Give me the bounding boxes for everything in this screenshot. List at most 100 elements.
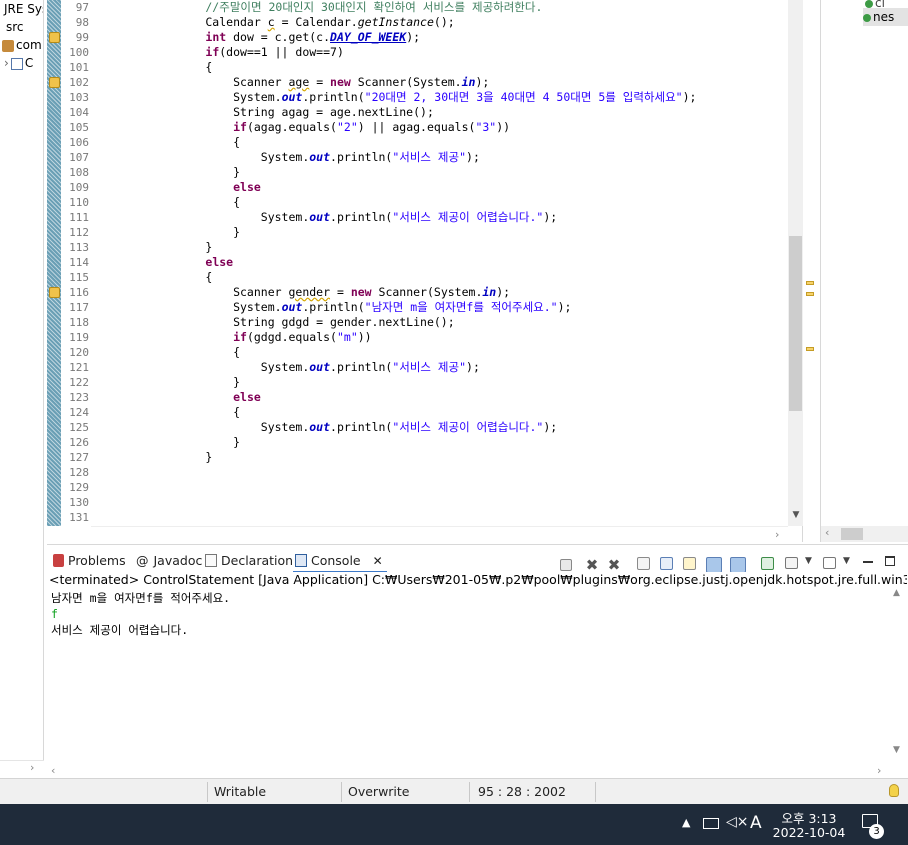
scroll-down-icon[interactable]: ▼ [893,742,900,758]
tree-item-jre[interactable]: JRE Sys [4,0,43,18]
warning-marker[interactable] [806,281,814,285]
code-line[interactable]: String agag = age.nextLine(); [150,105,434,120]
maximize-icon[interactable] [885,556,895,566]
tree-item-src[interactable]: src [6,18,24,36]
remove-launch-icon[interactable]: ✖ [584,557,600,573]
network-icon[interactable] [703,818,719,829]
scroll-thumb[interactable] [841,528,863,540]
show-on-stdout-icon[interactable] [706,557,722,573]
taskbar: ▲ ◁× A 오후 3:13 2022-10-04 3 [0,804,908,845]
code-line[interactable]: { [150,405,240,420]
chevron-right-icon[interactable]: › [4,56,9,70]
outline-item-label: nes [873,10,895,24]
explorer-scrollbar[interactable]: › [0,760,44,778]
chevron-down-icon[interactable]: ▼ [843,556,850,566]
code-line[interactable]: else [150,255,233,270]
warning-icon[interactable] [49,77,60,88]
tab-label: Console [311,553,361,568]
code-line[interactable]: { [150,195,240,210]
code-editor[interactable]: 97 98 99 100 101 102 103 104 105 106 107 108 109 110 1… [47,0,817,542]
lightbulb-icon[interactable] [889,784,899,797]
scroll-right-icon[interactable]: › [30,760,34,776]
editor-horizontal-scrollbar[interactable]: › [91,526,788,542]
terminate-button[interactable] [560,559,572,571]
code-line[interactable]: int dow = c.get(c.DAY_OF_WEEK); [150,30,420,45]
chevron-down-icon[interactable]: ▼ [805,556,812,566]
scroll-right-icon[interactable]: › [775,527,779,543]
code-line[interactable]: } [150,375,240,390]
scroll-left-icon[interactable]: ‹ [51,763,55,779]
code-line[interactable]: else [150,390,261,405]
code-line[interactable]: System.out.println("서비스 제공"); [150,360,480,375]
insert-mode-status[interactable]: Overwrite [341,782,467,802]
line-number: 106 [69,136,89,149]
line-number: 104 [69,106,89,119]
console-horizontal-scrollbar[interactable]: ‹ › [47,763,890,779]
open-console-icon[interactable] [823,557,836,569]
code-line[interactable]: Scanner age = new Scanner(System.in); [150,75,489,90]
display-console-icon[interactable] [785,557,798,569]
code-area[interactable]: //주말이면 20대인지 30대인지 확인하여 서비스를 제공하려한다. Cal… [150,0,830,526]
code-line[interactable]: Calendar c = Calendar.getInstance(); [150,15,454,30]
pin-console-icon[interactable] [761,557,774,570]
tab-problems[interactable]: Problems [53,549,126,573]
warning-icon[interactable] [49,32,60,43]
code-line[interactable]: if(gdgd.equals("m")) [150,330,372,345]
tab-console[interactable]: Console ✕ [293,549,387,573]
code-line[interactable]: System.out.println("서비스 제공"); [150,150,480,165]
outline-scrollbar[interactable]: ‹ [821,526,908,542]
code-line[interactable]: { [150,270,212,285]
show-on-stderr-icon[interactable] [730,557,746,573]
word-wrap-icon[interactable] [683,557,696,570]
tree-item-class[interactable]: › C [4,54,33,72]
code-line[interactable]: String gdgd = gender.nextLine(); [150,315,455,330]
line-number: 111 [69,211,89,224]
line-number: 118 [69,316,89,329]
warning-marker[interactable] [806,347,814,351]
code-line[interactable]: if(agag.equals("2") || agag.equals("3")) [150,120,510,135]
code-line[interactable]: } [150,240,212,255]
tab-declaration[interactable]: Declaration [205,549,293,573]
line-number: 124 [69,406,89,419]
scroll-thumb[interactable] [789,236,802,411]
close-icon[interactable]: ✕ [373,554,383,568]
code-line[interactable]: { [150,60,212,75]
code-line[interactable]: } [150,435,240,450]
code-line[interactable]: { [150,345,240,360]
scroll-up-icon[interactable]: ▲ [893,585,900,601]
tree-item-label: com [16,38,42,52]
console-vertical-scrollbar[interactable]: ▲ ▼ [890,588,905,766]
outline-item-nested[interactable]: nes [863,8,908,26]
code-line[interactable]: System.out.println("20대면 2, 30대면 3을 40대면… [150,90,696,105]
chevron-up-icon[interactable]: ▲ [682,816,690,829]
tab-label: Declaration [221,553,294,568]
minimize-icon[interactable] [863,561,873,563]
warning-marker[interactable] [806,292,814,296]
code-line[interactable]: } [150,450,212,465]
tab-javadoc[interactable]: @ Javadoc [136,549,202,573]
line-number: 119 [69,331,89,344]
line-number: 103 [69,91,89,104]
scroll-down-icon[interactable]: ▼ [791,510,801,520]
remove-all-icon[interactable]: ✖ [606,557,622,573]
console-output[interactable]: 남자면 m을 여자면f를 적어주세요. f 서비스 제공이 어렵습니다. [51,590,230,638]
code-line[interactable]: } [150,165,240,180]
scroll-lock-icon[interactable] [660,557,673,570]
code-line[interactable]: System.out.println("남자면 m을 여자면f를 적어주세요."… [150,300,571,315]
code-line[interactable]: else [150,180,261,195]
code-line[interactable]: } [150,225,240,240]
code-line[interactable]: if(dow==1 || dow==7) [150,45,343,60]
code-line[interactable]: { [150,135,240,150]
tree-item-package[interactable]: com [2,36,42,54]
code-line[interactable]: Scanner gender = new Scanner(System.in); [150,285,510,300]
warning-icon[interactable] [49,287,60,298]
editor-vertical-scrollbar[interactable]: ▼ [788,0,803,526]
code-line[interactable]: //주말이면 20대인지 30대인지 확인하여 서비스를 제공하려한다. [150,0,542,15]
clock-date[interactable]: 2022-10-04 [760,825,858,840]
clear-console-icon[interactable] [637,557,650,570]
scroll-right-icon[interactable]: › [877,763,881,779]
scroll-left-icon[interactable]: ‹ [825,525,829,541]
volume-muted-icon[interactable]: ◁× [726,814,749,830]
code-line[interactable]: System.out.println("서비스 제공이 어렵습니다."); [150,210,557,225]
code-line[interactable]: System.out.println("서비스 제공이 어렵습니다."); [150,420,557,435]
